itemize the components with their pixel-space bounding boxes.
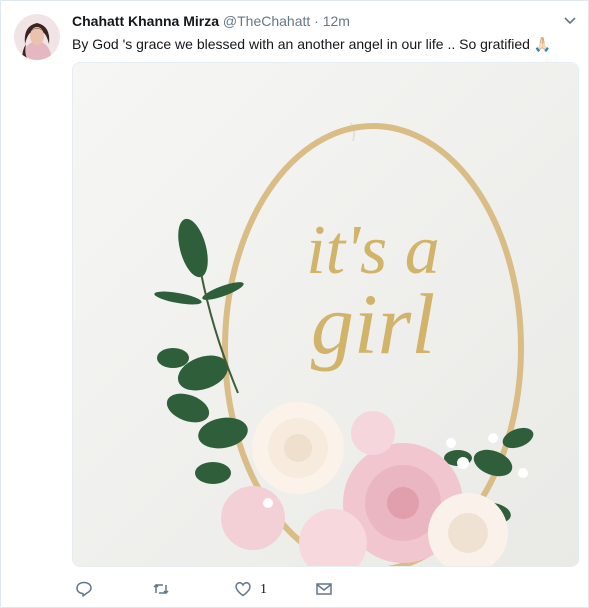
reply-icon (75, 580, 93, 601)
avatar[interactable] (14, 14, 60, 60)
tweet-text-container: By God 's grace we blessed with an anoth… (72, 35, 551, 53)
reply-button[interactable] (75, 579, 93, 601)
author-handle[interactable]: @TheChahatt (223, 13, 310, 29)
media-text-line2: girl (311, 276, 435, 372)
tweet-header: Chahatt Khanna Mirza @TheChahatt · 12m (72, 13, 350, 29)
author-name[interactable]: Chahatt Khanna Mirza (72, 13, 219, 29)
praying-hands-emoji: 🙏🏻 (533, 36, 552, 52)
chevron-down-icon[interactable] (562, 13, 578, 29)
tweet-time[interactable]: 12m (323, 13, 350, 29)
tweet-card[interactable]: Chahatt Khanna Mirza @TheChahatt · 12m B… (0, 0, 589, 608)
retweet-icon (152, 580, 170, 601)
tweet-text: By God 's grace we blessed with an anoth… (72, 36, 530, 52)
like-count: 1 (260, 582, 267, 597)
separator-dot: · (314, 13, 319, 29)
tweet-media-photo[interactable]: it's a girl (72, 62, 579, 567)
like-button[interactable]: 1 (234, 579, 267, 601)
retweet-button[interactable] (152, 579, 170, 601)
heart-icon (234, 580, 252, 601)
direct-message-button[interactable] (315, 579, 333, 601)
envelope-icon (315, 580, 333, 601)
